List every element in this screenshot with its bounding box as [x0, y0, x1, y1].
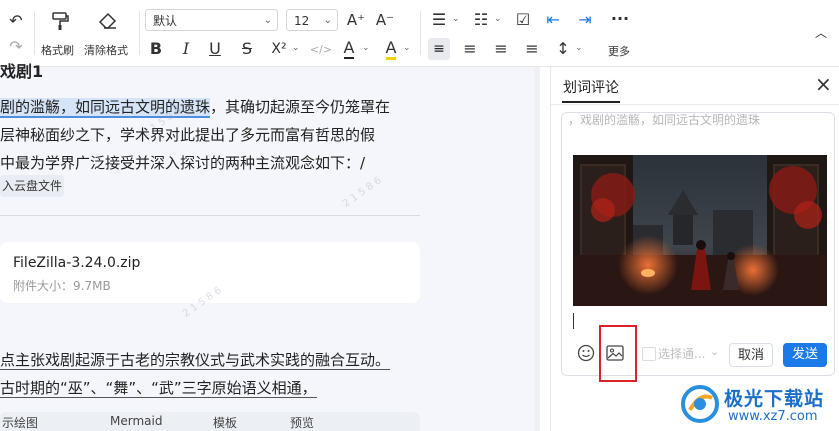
heading-fragment: 戏剧1: [0, 62, 44, 81]
shrink-font-icon[interactable]: A⁻: [374, 11, 396, 29]
format-brush-icon[interactable]: [49, 11, 71, 35]
brand-name: 极光下载站: [724, 388, 825, 410]
paragraph-line: 层神秘面纱之下，学术界对此提出了多元而富有哲思的假: [0, 126, 376, 144]
code-block-toolbar: 示绘图 Mermaid 模板 预览: [0, 412, 420, 431]
template-select[interactable]: 模板: [213, 414, 237, 431]
chevron-down-icon[interactable]: ⌄: [292, 43, 300, 53]
brand-logo-icon: [681, 385, 719, 423]
bullet-list-icon[interactable]: ☰: [430, 11, 448, 29]
highlight-icon[interactable]: A: [383, 38, 399, 60]
panel-divider: [551, 104, 839, 105]
cloud-file-tag[interactable]: 入云盘文件: [0, 175, 64, 197]
eraser-icon[interactable]: [97, 11, 119, 35]
paragraph-line: 中最为学界广泛接受并深入探讨的两种主流观念如下：/: [0, 154, 366, 172]
checkbox[interactable]: [642, 347, 656, 361]
preview-button[interactable]: 预览: [290, 414, 314, 431]
language-select[interactable]: Mermaid: [110, 414, 162, 428]
font-family-value: 默认: [153, 14, 178, 28]
font-size-select[interactable]: 12 ⌄: [286, 9, 338, 31]
font-family-select[interactable]: 默认 ⌄: [145, 9, 278, 31]
outdent-icon[interactable]: ⇤: [544, 11, 562, 29]
send-button[interactable]: 发送: [783, 343, 827, 367]
code-icon[interactable]: </>: [309, 41, 333, 59]
paragraph-line: 点主张戏剧起源于古老的宗教仪式与武术实践的融合互动。: [0, 351, 391, 370]
emoji-icon[interactable]: [577, 344, 595, 362]
more-icon[interactable]: ···: [609, 10, 631, 28]
file-size: 附件大小：9.7MB: [13, 279, 111, 293]
superscript-icon[interactable]: X²: [268, 40, 290, 58]
divider: [0, 215, 420, 216]
chevron-down-icon[interactable]: ⌄: [403, 43, 411, 53]
clear-format-label[interactable]: 清除格式: [84, 42, 128, 58]
paragraph-line: 剧的滥觞，如同远古文明的遗珠，其确切起源至今仍笼罩在: [0, 98, 391, 118]
red-highlight-box: [599, 325, 637, 382]
cancel-button[interactable]: 取消: [729, 343, 773, 367]
chevron-down-icon[interactable]: ⌄: [362, 43, 370, 53]
chevron-down-icon: ⌄: [323, 15, 332, 26]
scrollbar-track[interactable]: [534, 67, 540, 431]
toolbar-divider: [420, 11, 421, 55]
code-block-title: 示绘图: [2, 416, 39, 430]
justify-icon[interactable]: ≡: [522, 40, 542, 58]
toolbar: ↶ ↷ 格式刷 清除格式 默认 ⌄ 12 ⌄ A⁺ A⁻ B I U S X² …: [0, 0, 839, 67]
indent-icon[interactable]: ⇥: [576, 11, 594, 29]
toolbar-divider: [34, 11, 35, 55]
chevron-down-icon[interactable]: ⌄: [494, 14, 502, 24]
italic-icon[interactable]: I: [178, 40, 194, 58]
line-spacing-icon[interactable]: ↕: [553, 40, 573, 58]
file-name[interactable]: FileZilla-3.24.0.zip: [13, 255, 140, 271]
document-editor[interactable]: 戏剧1 剧的滥觞，如同远古文明的遗珠，其确切起源至今仍笼罩在 层神秘面纱之下，学…: [0, 62, 540, 431]
chevron-down-icon[interactable]: ⌄: [452, 14, 460, 24]
underline-icon[interactable]: U: [207, 40, 223, 58]
align-center-icon[interactable]: ≡: [460, 40, 480, 58]
site-watermark: 极光下载站 www.xz7.com: [680, 378, 839, 431]
grow-font-icon[interactable]: A⁺: [345, 11, 367, 29]
chevron-down-icon: ⌄: [710, 345, 720, 358]
bold-icon[interactable]: B: [148, 40, 164, 58]
toolbar-divider: [139, 11, 140, 55]
brand-url: www.xz7.com: [728, 409, 818, 424]
strikethrough-icon[interactable]: S: [239, 40, 255, 58]
watermark: 2 1 5 8 6: [340, 175, 384, 210]
checklist-icon[interactable]: ☑: [514, 11, 532, 29]
paragraph-line: 古时期的“巫”、“舞”、“武”三字原始语义相通，: [0, 379, 317, 398]
chevron-down-icon[interactable]: ⌄: [575, 43, 583, 53]
undo-icon[interactable]: ↶: [7, 12, 25, 30]
close-icon[interactable]: ×: [815, 72, 832, 96]
font-color-icon[interactable]: A: [341, 38, 357, 59]
chevron-down-icon: ⌄: [263, 15, 272, 26]
tab-comments[interactable]: 划词评论: [563, 77, 619, 97]
more-label[interactable]: 更多: [608, 43, 630, 59]
inserted-image[interactable]: [573, 155, 827, 306]
align-left-icon[interactable]: ≡: [428, 38, 450, 60]
redo-icon[interactable]: ↷: [7, 38, 25, 56]
notify-placeholder: 选择通...: [658, 347, 706, 361]
notify-select[interactable]: 选择通... ⌄: [642, 344, 722, 364]
collapse-toolbar-icon[interactable]: ︿: [813, 24, 829, 42]
text-cursor: [573, 313, 574, 329]
font-size-value: 12: [294, 14, 310, 28]
quoted-text: ，戏剧的滥觞，如同远古文明的遗珠: [568, 113, 761, 127]
numbered-list-icon[interactable]: ☷: [472, 11, 490, 29]
active-tab-indicator: [562, 101, 620, 103]
align-right-icon[interactable]: ≡: [491, 40, 511, 58]
format-brush-label[interactable]: 格式刷: [41, 42, 74, 58]
